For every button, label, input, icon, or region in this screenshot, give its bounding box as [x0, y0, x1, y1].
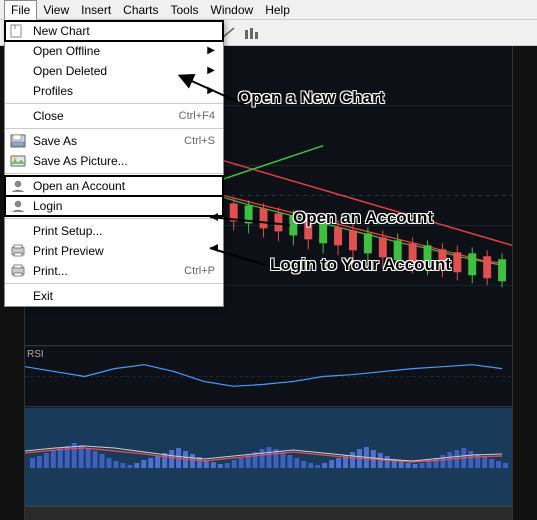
sep3 [5, 173, 223, 174]
open-account-icon [9, 178, 27, 194]
menu-save-as-picture[interactable]: Save As Picture... [5, 151, 223, 171]
close-label: Close [33, 109, 64, 123]
menu-login[interactable]: Login [5, 196, 223, 216]
menu-tools[interactable]: Tools [165, 1, 205, 19]
open-deleted-arrow: ▶ [207, 65, 215, 76]
profiles-arrow: ▶ [207, 85, 215, 96]
save-as-icon [9, 133, 27, 149]
open-offline-arrow: ▶ [207, 45, 215, 56]
login-label: Login [33, 199, 62, 213]
menu-profiles[interactable]: Profiles ▶ [5, 81, 223, 101]
y-axis-right [512, 46, 537, 520]
exit-label: Exit [33, 289, 53, 303]
open-account-label: Open an Account [33, 179, 125, 193]
print-preview-label: Print Preview [33, 244, 104, 258]
menu-charts[interactable]: Charts [117, 1, 164, 19]
menu-close[interactable]: Close Ctrl+F4 [5, 106, 223, 126]
open-deleted-label: Open Deleted [33, 64, 107, 78]
toolbar-bar-chart[interactable] [241, 23, 263, 43]
login-icon [9, 198, 27, 214]
print-preview-icon [9, 243, 27, 259]
menubar: File New Chart Open Offline ▶ Open Delet… [0, 0, 537, 20]
menu-print-preview[interactable]: Print Preview [5, 241, 223, 261]
rsi-chart: RSI [25, 347, 512, 407]
print-setup-label: Print Setup... [33, 224, 102, 238]
file-dropdown-menu: New Chart Open Offline ▶ Open Deleted ▶ … [4, 20, 224, 307]
menu-insert[interactable]: Insert [75, 1, 117, 19]
menu-file[interactable]: File [4, 0, 37, 20]
sep2 [5, 128, 223, 129]
close-shortcut: Ctrl+F4 [179, 110, 215, 122]
sep5 [5, 283, 223, 284]
menu-new-chart[interactable]: New Chart [5, 21, 223, 41]
menu-print-setup[interactable]: Print Setup... [5, 221, 223, 241]
open-offline-label: Open Offline [33, 44, 100, 58]
menu-help[interactable]: Help [259, 1, 296, 19]
print-icon [9, 263, 27, 279]
save-picture-icon [9, 153, 27, 169]
macd-chart: MACD(12,26,9) -0.0272 0.0056 [25, 408, 512, 518]
menu-open-deleted[interactable]: Open Deleted ▶ [5, 61, 223, 81]
sep1 [5, 103, 223, 104]
file-menu-container: File New Chart Open Offline ▶ Open Delet… [4, 0, 37, 20]
save-as-picture-label: Save As Picture... [33, 154, 128, 168]
profiles-label: Profiles [33, 84, 73, 98]
sep4 [5, 218, 223, 219]
new-chart-icon [9, 23, 27, 39]
menu-save-as[interactable]: Save As Ctrl+S [5, 131, 223, 151]
menu-window[interactable]: Window [205, 1, 260, 19]
menu-print[interactable]: Print... Ctrl+P [5, 261, 223, 281]
menu-open-offline[interactable]: Open Offline ▶ [5, 41, 223, 61]
menu-view[interactable]: View [37, 1, 75, 19]
menu-open-account[interactable]: Open an Account [5, 176, 223, 196]
scrollbar[interactable] [25, 506, 512, 520]
save-as-label: Save As [33, 134, 77, 148]
save-as-shortcut: Ctrl+S [184, 135, 215, 147]
print-label: Print... [33, 264, 68, 278]
print-shortcut: Ctrl+P [184, 265, 215, 277]
new-chart-label: New Chart [33, 24, 90, 38]
menu-exit[interactable]: Exit [5, 286, 223, 306]
